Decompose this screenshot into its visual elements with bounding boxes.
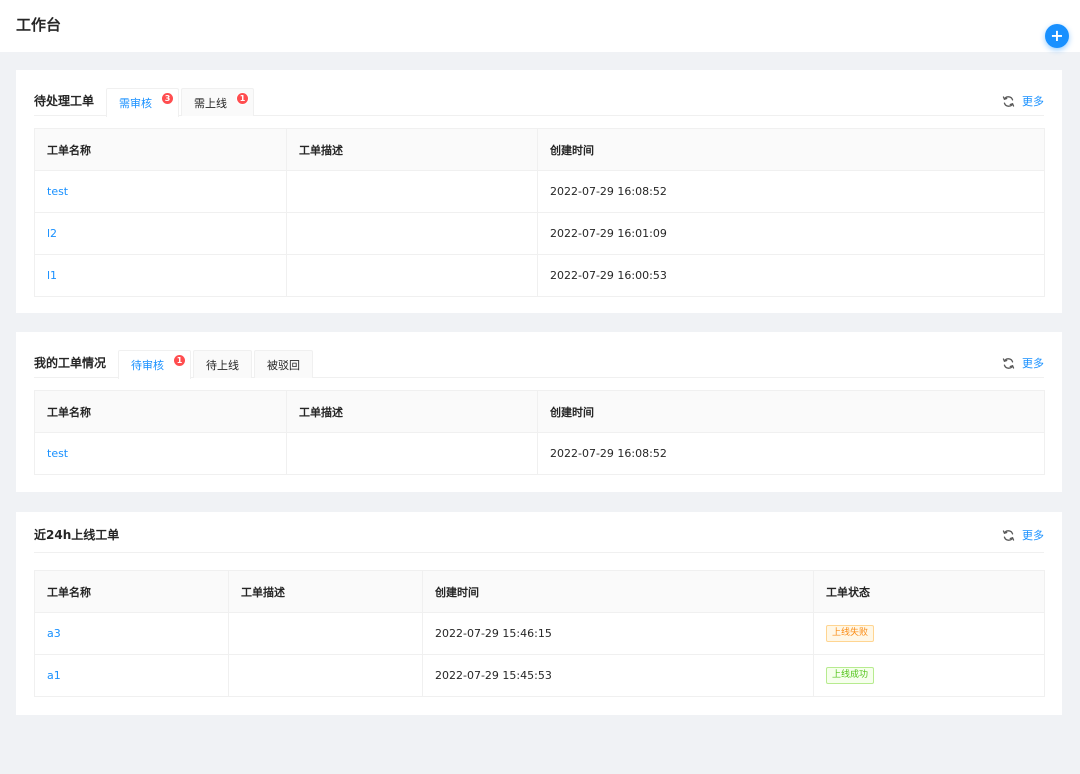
more-link[interactable]: 更多 bbox=[1022, 355, 1044, 371]
ticket-created: 2022-07-29 16:08:52 bbox=[537, 432, 1045, 475]
tab-need-online[interactable]: 需上线 1 bbox=[181, 88, 254, 116]
refresh-icon[interactable] bbox=[1002, 529, 1015, 542]
status-tag: 上线失败 bbox=[826, 625, 875, 642]
ticket-created: 2022-07-29 16:01:09 bbox=[537, 212, 1045, 255]
pending-card-title: 待处理工单 bbox=[34, 94, 95, 108]
ticket-created: 2022-07-29 15:46:15 bbox=[422, 612, 814, 655]
recent-table: 工单名称 工单描述 创建时间 工单状态 a3 2022-07-29 15:46:… bbox=[34, 570, 1045, 697]
ticket-status-cell: 上线失败 bbox=[813, 612, 1045, 655]
table-row: l2 2022-07-29 16:01:09 bbox=[34, 212, 1045, 255]
ticket-created: 2022-07-29 15:45:53 bbox=[422, 654, 814, 697]
table-row: a3 2022-07-29 15:46:15 上线失败 bbox=[34, 612, 1045, 655]
ticket-name-link[interactable]: l2 bbox=[34, 212, 287, 255]
refresh-icon[interactable] bbox=[1002, 357, 1015, 370]
column-header: 创建时间 bbox=[422, 570, 814, 613]
recent-extra: 更多 bbox=[1002, 526, 1044, 544]
table-row: test 2022-07-29 16:08:52 bbox=[34, 170, 1045, 213]
pending-tabs: 需审核 3 需上线 1 bbox=[106, 88, 256, 117]
mine-card: 我的工单情况 待审核 1 待上线 被驳回 更多 工单名称 工单描述 创建时间 t… bbox=[16, 332, 1062, 492]
tab-need-review[interactable]: 需审核 3 bbox=[106, 88, 179, 117]
table-row: l1 2022-07-29 16:00:53 bbox=[34, 254, 1045, 297]
ticket-created: 2022-07-29 16:00:53 bbox=[537, 254, 1045, 297]
tab-label: 需上线 bbox=[194, 96, 227, 110]
ticket-name-link[interactable]: a1 bbox=[34, 654, 229, 697]
column-header: 创建时间 bbox=[537, 390, 1045, 433]
ticket-name-link[interactable]: a3 bbox=[34, 612, 229, 655]
mine-card-header: 我的工单情况 待审核 1 待上线 被驳回 更多 bbox=[34, 332, 1044, 379]
ticket-status-cell: 上线成功 bbox=[813, 654, 1045, 697]
pending-card-header: 待处理工单 需审核 3 需上线 1 更多 bbox=[34, 70, 1044, 117]
ticket-name-link[interactable]: test bbox=[34, 432, 287, 475]
ticket-desc bbox=[286, 432, 538, 475]
count-badge: 3 bbox=[162, 93, 173, 104]
column-header: 工单描述 bbox=[286, 390, 538, 433]
ticket-desc bbox=[286, 170, 538, 213]
pending-table: 工单名称 工单描述 创建时间 test 2022-07-29 16:08:52 … bbox=[34, 128, 1045, 297]
ticket-created: 2022-07-29 16:08:52 bbox=[537, 170, 1045, 213]
mine-card-title: 我的工单情况 bbox=[34, 356, 107, 370]
page-title: 工作台 bbox=[16, 16, 62, 34]
tab-rejected[interactable]: 被驳回 bbox=[254, 350, 313, 378]
ticket-desc bbox=[286, 254, 538, 297]
ticket-name-link[interactable]: test bbox=[34, 170, 287, 213]
count-badge: 1 bbox=[237, 93, 248, 104]
column-header: 工单状态 bbox=[813, 570, 1045, 613]
ticket-name-link[interactable]: l1 bbox=[34, 254, 287, 297]
table-header-row: 工单名称 工单描述 创建时间 bbox=[34, 390, 1045, 433]
column-header: 创建时间 bbox=[537, 128, 1045, 171]
recent-card-title: 近24h上线工单 bbox=[34, 528, 120, 542]
tab-label: 待上线 bbox=[206, 358, 239, 372]
pending-card: 待处理工单 需审核 3 需上线 1 更多 工单名称 工单描述 创建时间 test… bbox=[16, 70, 1062, 313]
refresh-icon[interactable] bbox=[1002, 95, 1015, 108]
tab-to-online[interactable]: 待上线 bbox=[193, 350, 252, 378]
status-tag: 上线成功 bbox=[826, 667, 875, 684]
mine-extra: 更多 bbox=[1002, 354, 1044, 372]
plus-icon: + bbox=[1050, 26, 1064, 45]
add-button[interactable]: + bbox=[1045, 24, 1069, 48]
table-header-row: 工单名称 工单描述 创建时间 工单状态 bbox=[34, 570, 1045, 613]
ticket-desc bbox=[228, 612, 423, 655]
table-row: test 2022-07-29 16:08:52 bbox=[34, 432, 1045, 475]
column-header: 工单描述 bbox=[286, 128, 538, 171]
tab-label: 待审核 bbox=[131, 359, 164, 372]
recent-card-header: 近24h上线工单 更多 bbox=[34, 512, 1044, 553]
column-header: 工单名称 bbox=[34, 570, 229, 613]
tab-label: 需审核 bbox=[119, 97, 152, 110]
count-badge: 1 bbox=[174, 355, 185, 366]
tab-label: 被驳回 bbox=[267, 358, 300, 372]
mine-tabs: 待审核 1 待上线 被驳回 bbox=[118, 350, 315, 379]
more-link[interactable]: 更多 bbox=[1022, 93, 1044, 109]
table-row: a1 2022-07-29 15:45:53 上线成功 bbox=[34, 654, 1045, 697]
page-header: 工作台 bbox=[0, 0, 1080, 52]
mine-table: 工单名称 工单描述 创建时间 test 2022-07-29 16:08:52 bbox=[34, 390, 1045, 475]
ticket-desc bbox=[228, 654, 423, 697]
column-header: 工单描述 bbox=[228, 570, 423, 613]
ticket-desc bbox=[286, 212, 538, 255]
more-link[interactable]: 更多 bbox=[1022, 527, 1044, 543]
recent-card: 近24h上线工单 更多 工单名称 工单描述 创建时间 工单状态 a3 2022-… bbox=[16, 512, 1062, 715]
table-header-row: 工单名称 工单描述 创建时间 bbox=[34, 128, 1045, 171]
column-header: 工单名称 bbox=[34, 128, 287, 171]
tab-to-review[interactable]: 待审核 1 bbox=[118, 350, 191, 379]
column-header: 工单名称 bbox=[34, 390, 287, 433]
pending-extra: 更多 bbox=[1002, 92, 1044, 110]
